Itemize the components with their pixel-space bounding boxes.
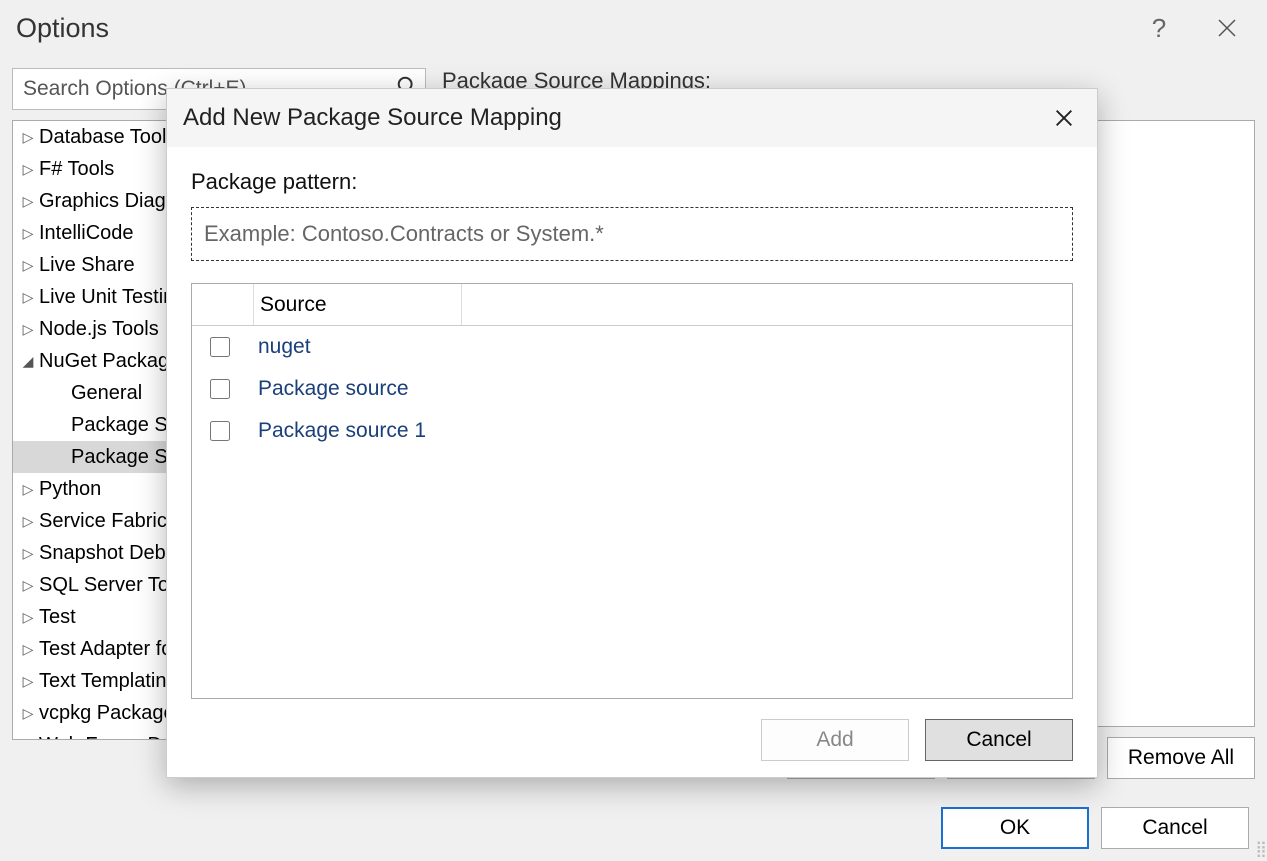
- chevron-right-icon: ▷: [19, 641, 37, 658]
- ok-button[interactable]: OK: [941, 807, 1089, 849]
- tree-item-label: F# Tools: [37, 158, 114, 181]
- resize-grip-icon[interactable]: ⣿: [1255, 839, 1265, 859]
- tree-item-label: Node.js Tools: [37, 318, 159, 341]
- chevron-right-icon: ▷: [19, 161, 37, 178]
- chevron-right-icon: ▷: [19, 673, 37, 690]
- chevron-right-icon: ▷: [19, 545, 37, 562]
- help-button[interactable]: ?: [1135, 4, 1183, 52]
- source-header-row: Source: [192, 284, 1072, 326]
- source-header-label: Source: [254, 284, 462, 325]
- modal-title: Add New Package Source Mapping: [183, 104, 1043, 132]
- chevron-right-icon: ▷: [19, 481, 37, 498]
- source-checkbox[interactable]: [210, 337, 230, 357]
- options-titlebar: Options ?: [0, 0, 1267, 56]
- chevron-right-icon: ▷: [19, 289, 37, 306]
- chevron-right-icon: ▷: [19, 577, 37, 594]
- source-name: nuget: [258, 335, 311, 359]
- source-row[interactable]: nuget: [192, 326, 1072, 368]
- source-checkbox[interactable]: [210, 421, 230, 441]
- remove-all-button[interactable]: Remove All: [1107, 737, 1255, 779]
- add-mapping-dialog: Add New Package Source Mapping Package p…: [166, 88, 1098, 778]
- chevron-right-icon: ▷: [19, 257, 37, 274]
- close-icon[interactable]: [1203, 4, 1251, 52]
- tree-item-label: Python: [37, 478, 101, 501]
- chevron-right-icon: ▷: [19, 129, 37, 146]
- chevron-right-icon: ▷: [19, 193, 37, 210]
- modal-cancel-button[interactable]: Cancel: [925, 719, 1073, 761]
- tree-item-label: IntelliCode: [37, 222, 134, 245]
- tree-item-label: Live Share: [37, 254, 135, 277]
- chevron-right-icon: ▷: [19, 705, 37, 722]
- modal-titlebar: Add New Package Source Mapping: [167, 89, 1097, 147]
- modal-close-icon[interactable]: [1043, 97, 1085, 139]
- tree-item-label: Text Templating: [37, 670, 178, 693]
- chevron-right-icon: ▷: [19, 513, 37, 530]
- pattern-label: Package pattern:: [191, 169, 1073, 195]
- cancel-button[interactable]: Cancel: [1101, 807, 1249, 849]
- modal-add-button[interactable]: Add: [761, 719, 909, 761]
- tree-item-label: General: [69, 382, 142, 405]
- chevron-down-icon: ◢: [19, 353, 37, 370]
- chevron-right-icon: ▷: [19, 321, 37, 338]
- chevron-right-icon: ▷: [19, 737, 37, 741]
- tree-item-label: Test: [37, 606, 76, 629]
- tree-item-label: Live Unit Testing: [37, 286, 185, 309]
- source-table: Source nuget Package source Package source…: [191, 283, 1073, 699]
- tree-item-label: Database Tools: [37, 126, 177, 149]
- chevron-right-icon: ▷: [19, 225, 37, 242]
- source-name: Package source 1: [258, 419, 426, 443]
- options-title: Options: [16, 13, 1135, 44]
- source-checkbox[interactable]: [210, 379, 230, 399]
- source-name: Package source: [258, 377, 409, 401]
- pattern-input[interactable]: [191, 207, 1073, 261]
- chevron-right-icon: ▷: [19, 609, 37, 626]
- source-row[interactable]: Package source: [192, 368, 1072, 410]
- source-row[interactable]: Package source 1: [192, 410, 1072, 452]
